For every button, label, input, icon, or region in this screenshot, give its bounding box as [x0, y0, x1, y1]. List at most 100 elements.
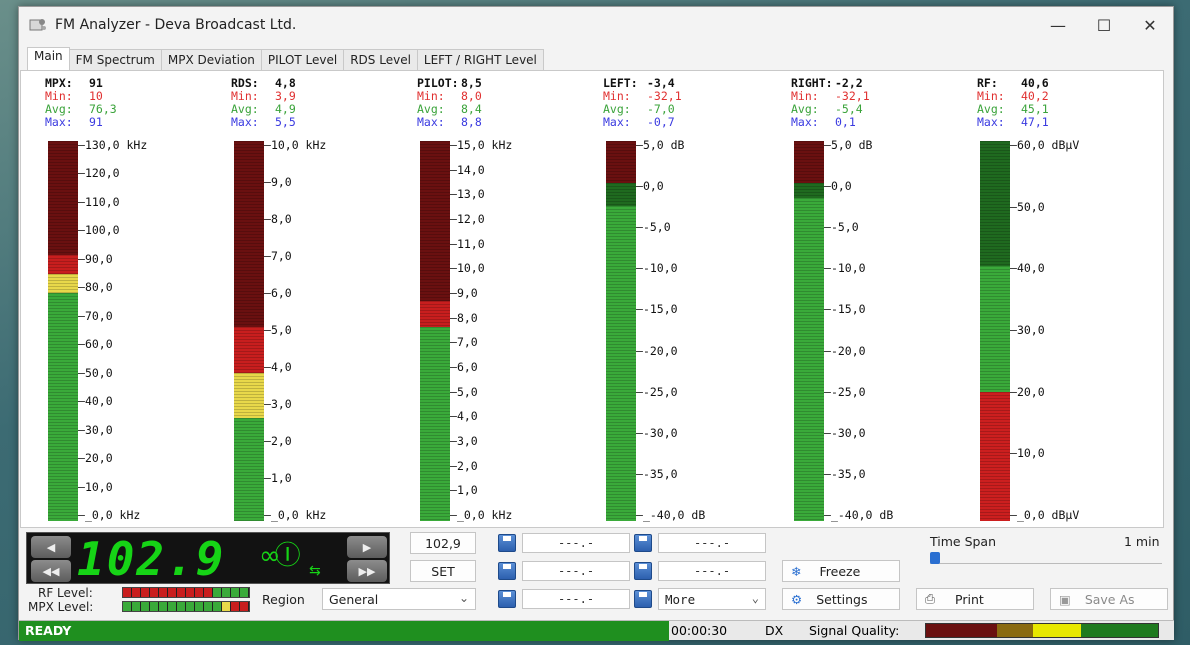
meter-max-label: Max: — [603, 115, 631, 129]
scale-tick-label: _0,0 kHz — [264, 508, 326, 522]
scale-tick-label: 0,0 — [824, 179, 852, 193]
window-title: FM Analyzer - Deva Broadcast Ltd. — [55, 17, 297, 33]
meter-bar — [48, 141, 78, 521]
meter-stats: RDS: 4,8 Min: 3,9 Avg: 4,9 Max: 5,5 — [231, 77, 296, 129]
save-as-button[interactable]: ▣ Save As — [1050, 588, 1168, 610]
scale-tick-label: 8,0 — [450, 311, 478, 325]
freeze-button[interactable]: ❄ Freeze — [782, 560, 900, 582]
meter-bar-segment — [980, 391, 1010, 521]
scale-tick-label: -10,0 — [824, 261, 866, 275]
print-label: Print — [955, 591, 984, 607]
scale-tick-label: 6,0 — [264, 286, 292, 300]
scale-tick-label: 1,0 — [450, 483, 478, 497]
meter-avg-value: 4,9 — [275, 102, 296, 116]
meter-stats: PILOT: 8,5 Min: 8,0 Avg: 8,4 Max: 8,8 — [417, 77, 482, 129]
meter-scale: 5,0 dB 0,0 -5,0 -10,0 -15,0 -20,0 -25,0 -30,0 -3… — [824, 138, 974, 522]
scale-tick-label: -25,0 — [824, 385, 866, 399]
scale-tick-label: 4,0 — [450, 409, 478, 423]
scale-tick-label: 80,0 — [78, 280, 113, 294]
print-button[interactable]: ⎙ Print — [916, 588, 1034, 610]
meter-mpx: MPX:91Min:10Avg:76,3Max:91130,0 kHz120,0… — [45, 71, 231, 527]
meter-min-value: -32,1 — [647, 89, 682, 103]
meter-max-label: Max: — [791, 115, 819, 129]
meter-bar-segment — [606, 205, 636, 521]
meter-stats: MPX: 91 Min: 10 Avg: 76,3 Max: 91 — [45, 77, 117, 129]
tab-rds-level[interactable]: RDS Level — [343, 49, 418, 71]
rf-level-bar — [122, 587, 250, 598]
more-select[interactable]: More ⌄ — [658, 588, 766, 610]
memory-save-icon[interactable] — [634, 534, 652, 552]
tab-left-right-level[interactable]: LEFT / RIGHT Level — [416, 49, 544, 71]
minimize-button[interactable]: — — [1035, 7, 1081, 43]
maximize-button[interactable]: ☐ — [1081, 7, 1127, 43]
set-button[interactable]: SET — [410, 560, 476, 582]
memory-preset-4[interactable]: ---.- — [658, 561, 766, 581]
tab-pilot-level[interactable]: PILOT Level — [260, 49, 345, 71]
mpx-level-bar — [122, 601, 250, 612]
meter-rf: RF:40,6Min:40,2Avg:45,1Max:47,160,0 dBµV… — [977, 71, 1163, 527]
meter-stats: LEFT: -3,4 Min: -32,1 Avg: -7,0 Max: -0,7 — [603, 77, 682, 129]
time-span-label: Time Span — [930, 534, 997, 549]
scale-tick-label: -35,0 — [824, 467, 866, 481]
meter-max-value: 91 — [89, 115, 103, 129]
time-span-slider[interactable] — [930, 552, 1162, 564]
scale-tick-label: 90,0 — [78, 252, 113, 266]
tab-main[interactable]: Main — [27, 47, 70, 71]
meter-head-value: 4,8 — [275, 76, 296, 90]
scale-tick-label: 50,0 — [78, 366, 113, 380]
scale-tick-label: _-40,0 dB — [824, 508, 893, 522]
scale-tick-label: 2,0 — [264, 434, 292, 448]
meter-bar — [420, 141, 450, 521]
memory-save-icon[interactable] — [634, 590, 652, 608]
meter-right: RIGHT:-2,2Min:-32,1Avg:-5,4Max:0,15,0 dB… — [791, 71, 977, 527]
title-bar: FM Analyzer - Deva Broadcast Ltd. — ☐ ✕ — [19, 7, 1173, 43]
scale-tick-label: 3,0 — [264, 397, 292, 411]
fast-forward-button[interactable]: ▶▶ — [347, 560, 387, 582]
meter-bar — [234, 141, 264, 521]
memory-preset-3[interactable]: ---.- — [522, 561, 630, 581]
meter-bar-segment — [234, 141, 264, 328]
meter-bar-segment — [48, 255, 78, 274]
memory-save-icon[interactable] — [634, 562, 652, 580]
scale-tick-label: 20,0 — [78, 451, 113, 465]
meter-bar-segment — [794, 198, 824, 521]
scale-tick-label: 5,0 dB — [824, 138, 873, 152]
meter-scale: 5,0 dB 0,0 -5,0 -10,0 -15,0 -20,0 -25,0 -30,0 -3… — [636, 138, 786, 522]
scale-tick-label: 70,0 — [78, 309, 113, 323]
meter-avg-value: -5,4 — [835, 102, 863, 116]
seek-up-button[interactable]: ▶ — [347, 536, 387, 558]
tab-fm-spectrum[interactable]: FM Spectrum — [68, 49, 162, 71]
scale-tick-label: 4,0 — [264, 360, 292, 374]
seek-down-button[interactable]: ◀ — [31, 536, 71, 558]
meter-bar-segment — [234, 327, 264, 373]
frequency-field[interactable]: 102,9 — [410, 532, 476, 554]
meter-avg-value: 8,4 — [461, 102, 482, 116]
stereo-icon: ∞Ⓘ — [259, 541, 301, 571]
meter-head-value: -2,2 — [835, 76, 863, 90]
meter-bar-segment — [794, 141, 824, 183]
scale-tick-label: 50,0 — [1010, 200, 1045, 214]
meter-max-row: Max: 8,8 — [417, 116, 482, 129]
settings-button[interactable]: ⚙ Settings — [782, 588, 900, 610]
signal-quality-label: Signal Quality: — [809, 623, 900, 638]
close-button[interactable]: ✕ — [1127, 7, 1173, 43]
region-select[interactable]: General ⌄ — [322, 588, 476, 610]
scale-tick-label: 60,0 dBµV — [1010, 138, 1079, 152]
memory-save-icon[interactable] — [498, 590, 516, 608]
meter-scale: 10,0 kHz 9,0 8,0 7,0 6,0 5,0 4,0 3,0 2,0 1,0 _0,0 … — [264, 138, 414, 522]
memory-save-icon[interactable] — [498, 562, 516, 580]
scale-tick-label: 3,0 — [450, 434, 478, 448]
tab-mpx-deviation[interactable]: MPX Deviation — [160, 49, 262, 71]
meter-bar — [606, 141, 636, 521]
memory-preset-1[interactable]: ---.- — [522, 533, 630, 553]
more-select-value: More — [665, 591, 696, 607]
slider-handle[interactable] — [930, 552, 940, 564]
meter-bar-segment — [234, 372, 264, 419]
memory-preset-2[interactable]: ---.- — [658, 533, 766, 553]
meter-max-label: Max: — [977, 115, 1005, 129]
scale-tick-label: -5,0 — [824, 220, 859, 234]
scale-tick-label: 10,0 — [78, 480, 113, 494]
memory-preset-5[interactable]: ---.- — [522, 589, 630, 609]
memory-save-icon[interactable] — [498, 534, 516, 552]
fast-back-button[interactable]: ◀◀ — [31, 560, 71, 582]
